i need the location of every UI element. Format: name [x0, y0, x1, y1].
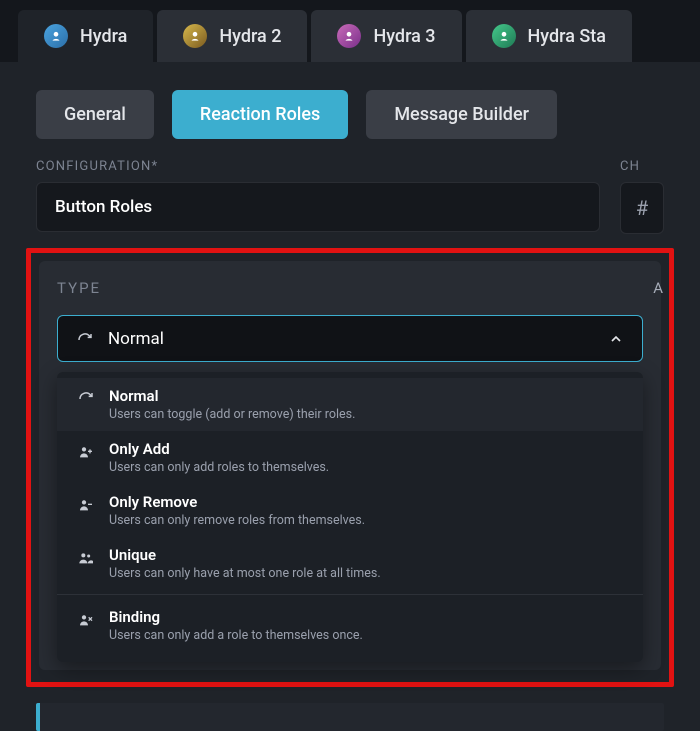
hydra-icon: [183, 24, 207, 48]
tab-label: Hydra: [80, 26, 127, 47]
hydra-icon: [337, 24, 361, 48]
config-col: CONFIGURATION* Button Roles: [36, 159, 600, 234]
tab-hydra-3[interactable]: Hydra 3: [311, 10, 461, 62]
option-title: Binding: [109, 608, 363, 626]
type-select-left: Normal: [76, 328, 164, 349]
subtab-message-builder[interactable]: Message Builder: [366, 90, 557, 139]
tab-label: Hydra 3: [373, 26, 435, 47]
tab-hydra-2[interactable]: Hydra 2: [157, 10, 307, 62]
hydra-icon: [492, 24, 516, 48]
option-title: Only Add: [109, 440, 329, 458]
type-select-value: Normal: [108, 329, 164, 349]
subtab-reaction-roles[interactable]: Reaction Roles: [172, 90, 348, 139]
option-desc: Users can only add roles to themselves.: [109, 460, 329, 475]
hydra-icon: [44, 24, 68, 48]
option-title: Unique: [109, 546, 381, 564]
type-select[interactable]: Normal: [57, 315, 643, 362]
tab-label: Hydra Sta: [528, 26, 606, 47]
option-binding[interactable]: Binding Users can only add a role to the…: [57, 594, 643, 656]
highlight-annotation: TYPE A Normal: [26, 248, 674, 687]
option-desc: Users can only have at most one role at …: [109, 566, 381, 581]
configuration-select[interactable]: Button Roles: [36, 182, 600, 232]
option-normal[interactable]: Normal Users can toggle (add or remove) …: [57, 378, 643, 431]
refresh-icon: [76, 331, 94, 349]
option-title: Normal: [109, 387, 355, 405]
sub-tabs: General Reaction Roles Message Builder: [0, 62, 700, 159]
option-unique[interactable]: Unique Users can only have at most one r…: [57, 537, 643, 590]
type-label: TYPE: [57, 279, 101, 297]
channel-col: CH #: [620, 159, 664, 234]
type-dropdown: Normal Users can toggle (add or remove) …: [57, 372, 643, 662]
channel-select[interactable]: #: [620, 182, 664, 234]
tab-hydra[interactable]: Hydra: [18, 10, 153, 62]
refresh-icon: [77, 390, 95, 408]
embed-preview-stub: [36, 703, 664, 731]
tab-label: Hydra 2: [219, 26, 281, 47]
channel-label: CH: [620, 159, 664, 174]
config-row: CONFIGURATION* Button Roles CH #: [0, 159, 700, 234]
user-x-icon: [77, 611, 95, 629]
type-panel: TYPE A Normal: [39, 261, 661, 670]
user-minus-icon: [77, 496, 95, 514]
option-desc: Users can toggle (add or remove) their r…: [109, 407, 355, 422]
option-desc: Users can only remove roles from themsel…: [109, 513, 365, 528]
tab-hydra-staging[interactable]: Hydra Sta: [466, 10, 632, 62]
type-header: TYPE A: [57, 279, 643, 297]
option-title: Only Remove: [109, 493, 365, 511]
option-only-add[interactable]: Only Add Users can only add roles to the…: [57, 431, 643, 484]
configuration-label: CONFIGURATION*: [36, 159, 600, 174]
content-area: General Reaction Roles Message Builder C…: [0, 62, 700, 731]
option-only-remove[interactable]: Only Remove Users can only remove roles …: [57, 484, 643, 537]
users-icon: [77, 549, 95, 567]
subtab-general[interactable]: General: [36, 90, 154, 139]
adjacent-field-stub: A: [653, 279, 663, 297]
chevron-up-icon: [608, 331, 624, 347]
user-plus-icon: [77, 443, 95, 461]
bot-tabs: Hydra Hydra 2 Hydra 3 Hydra Sta: [0, 0, 700, 62]
option-desc: Users can only add a role to themselves …: [109, 628, 363, 643]
